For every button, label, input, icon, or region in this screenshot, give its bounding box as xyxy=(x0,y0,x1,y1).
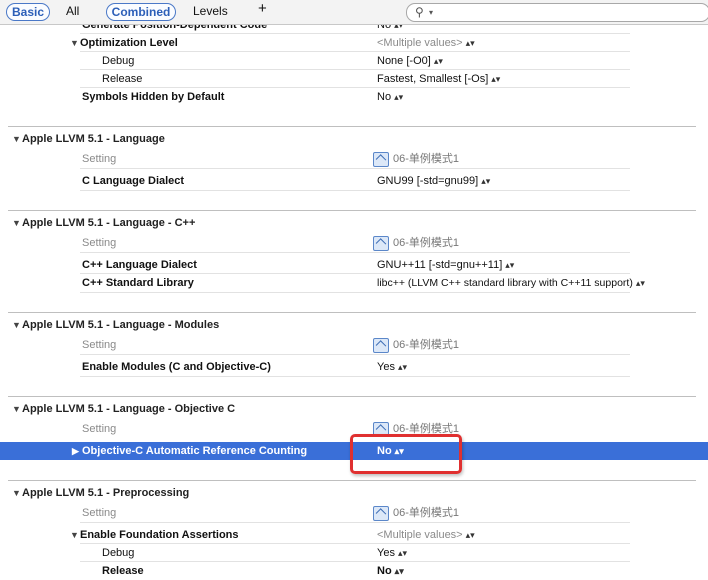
setting-value[interactable]: GNU++11 [-std=gnu++11] ▴▾ xyxy=(377,256,514,274)
project-icon xyxy=(373,152,389,167)
stepper-icon[interactable]: ▴▾ xyxy=(636,278,645,288)
setting-value[interactable]: Yes ▴▾ xyxy=(377,544,407,562)
setting-value[interactable]: <Multiple values> ▴▾ xyxy=(377,526,475,544)
setting-row-cpp-language-dialect[interactable]: C++ Language Dialect GNU++11 [-std=gnu++… xyxy=(0,256,708,274)
disclosure-down-icon[interactable]: ▼ xyxy=(70,34,80,52)
stepper-icon[interactable]: ▴▾ xyxy=(491,74,500,84)
disclosure-down-icon[interactable]: ▼ xyxy=(12,400,22,418)
setting-row-optimization-debug[interactable]: Debug None [-O0] ▴▾ xyxy=(0,52,708,70)
setting-label: C++ Language Dialect xyxy=(82,259,197,271)
disclosure-down-icon[interactable]: ▼ xyxy=(12,214,22,232)
disclosure-down-icon[interactable]: ▼ xyxy=(12,316,22,334)
all-tab[interactable]: All xyxy=(66,3,79,19)
target-name: 06-单例模式1 xyxy=(393,237,460,249)
search-field[interactable]: ⚲ ▾ xyxy=(406,3,708,22)
stepper-icon[interactable]: ▴▾ xyxy=(466,38,475,48)
stepper-icon[interactable]: ▴▾ xyxy=(434,56,443,66)
stepper-icon[interactable]: ▴▾ xyxy=(466,530,475,540)
setting-label: Enable Foundation Assertions xyxy=(80,529,239,541)
setting-value[interactable]: No ▴▾ xyxy=(377,88,403,106)
setting-label: C Language Dialect xyxy=(82,175,185,187)
project-icon xyxy=(373,338,389,353)
combined-tab[interactable]: Combined xyxy=(106,3,176,21)
stepper-icon[interactable]: ▴▾ xyxy=(505,260,514,270)
add-button[interactable]: + xyxy=(258,1,267,17)
project-icon xyxy=(373,236,389,251)
disclosure-down-icon[interactable]: ▼ xyxy=(12,484,22,502)
setting-label: Debug xyxy=(102,547,135,559)
section-header-modules[interactable]: ▼Apple LLVM 5.1 - Language - Modules xyxy=(12,316,219,334)
column-setting-label: Setting xyxy=(82,423,117,435)
target-name: 06-单例模式1 xyxy=(393,339,460,351)
search-icon: ⚲ xyxy=(415,5,424,19)
setting-value[interactable]: GNU99 [-std=gnu99] ▴▾ xyxy=(377,172,490,190)
build-settings-list: Generate Position-Dependent Code No ▴▾ ▼O… xyxy=(0,0,708,577)
setting-row-assertions-release[interactable]: Release No ▴▾ xyxy=(0,562,708,580)
setting-row-enable-modules[interactable]: Enable Modules (C and Objective-C) Yes ▴▾ xyxy=(0,358,708,376)
setting-value[interactable]: Yes ▴▾ xyxy=(377,358,407,376)
setting-label: Release xyxy=(102,565,144,577)
stepper-icon[interactable]: ▴▾ xyxy=(398,362,407,372)
setting-label: Debug xyxy=(102,55,135,67)
column-setting-label: Setting xyxy=(82,339,117,351)
stepper-icon[interactable]: ▴▾ xyxy=(394,92,403,102)
setting-header-row: Setting 06-单例模式1 xyxy=(0,234,708,252)
setting-value[interactable]: None [-O0] ▴▾ xyxy=(377,52,443,70)
setting-row-cpp-standard-library[interactable]: C++ Standard Library libc++ (LLVM C++ st… xyxy=(0,274,708,292)
setting-row-c-language-dialect[interactable]: C Language Dialect GNU99 [-std=gnu99] ▴▾ xyxy=(0,172,708,190)
highlight-annotation-box xyxy=(350,434,462,474)
setting-label: Objective-C Automatic Reference Counting xyxy=(82,445,308,457)
setting-label: Optimization Level xyxy=(80,37,178,49)
column-setting-label: Setting xyxy=(82,507,117,519)
column-setting-label: Setting xyxy=(82,153,117,165)
disclosure-down-icon[interactable]: ▼ xyxy=(12,130,22,148)
basic-tab[interactable]: Basic xyxy=(6,3,50,21)
disclosure-right-icon[interactable]: ▶ xyxy=(72,442,82,460)
section-header-language[interactable]: ▼Apple LLVM 5.1 - Language xyxy=(12,130,165,148)
setting-row-symbols-hidden[interactable]: Symbols Hidden by Default No ▴▾ xyxy=(0,88,708,106)
setting-label: C++ Standard Library xyxy=(82,277,194,289)
setting-row-optimization-release[interactable]: Release Fastest, Smallest [-Os] ▴▾ xyxy=(0,70,708,88)
setting-label: Release xyxy=(102,73,143,85)
stepper-icon[interactable]: ▴▾ xyxy=(398,548,407,558)
setting-header-row: Setting 06-单例模式1 xyxy=(0,150,708,168)
column-setting-label: Setting xyxy=(82,237,117,249)
setting-value[interactable]: <Multiple values> ▴▾ xyxy=(377,34,475,52)
chevron-down-icon[interactable]: ▾ xyxy=(429,4,433,21)
target-name: 06-单例模式1 xyxy=(393,507,460,519)
section-header-preprocessing[interactable]: ▼Apple LLVM 5.1 - Preprocessing xyxy=(12,484,189,502)
setting-header-row: Setting 06-单例模式1 xyxy=(0,336,708,354)
setting-row-optimization-level[interactable]: ▼Optimization Level <Multiple values> ▴▾ xyxy=(0,34,708,52)
setting-value[interactable]: Fastest, Smallest [-Os] ▴▾ xyxy=(377,70,500,88)
setting-label: Symbols Hidden by Default xyxy=(82,91,225,103)
project-icon xyxy=(373,506,389,521)
setting-row-assertions-debug[interactable]: Debug Yes ▴▾ xyxy=(0,544,708,562)
section-header-language-cpp[interactable]: ▼Apple LLVM 5.1 - Language - C++ xyxy=(12,214,195,232)
setting-value[interactable]: No ▴▾ xyxy=(377,562,404,580)
filter-toolbar: Basic All Combined Levels + ⚲ ▾ xyxy=(0,0,708,25)
disclosure-down-icon[interactable]: ▼ xyxy=(70,526,80,544)
levels-tab[interactable]: Levels xyxy=(193,3,228,19)
section-header-objective-c[interactable]: ▼Apple LLVM 5.1 - Language - Objective C xyxy=(12,400,235,418)
setting-value[interactable]: libc++ (LLVM C++ standard library with C… xyxy=(377,274,645,292)
setting-row-foundation-assertions[interactable]: ▼Enable Foundation Assertions <Multiple … xyxy=(0,526,708,544)
stepper-icon[interactable]: ▴▾ xyxy=(481,176,490,186)
setting-header-row: Setting 06-单例模式1 xyxy=(0,504,708,522)
target-name: 06-单例模式1 xyxy=(393,153,460,165)
setting-label: Enable Modules (C and Objective-C) xyxy=(82,361,271,373)
